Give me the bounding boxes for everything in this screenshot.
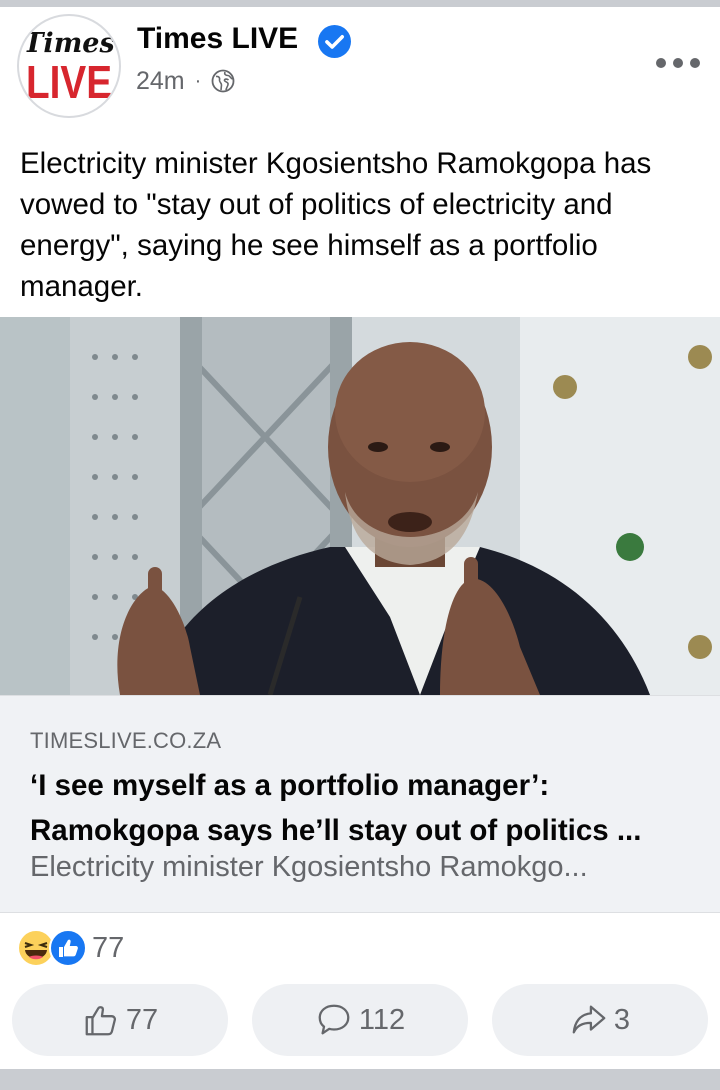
reaction-count: 77 [92, 931, 125, 964]
comment-count: 112 [358, 1003, 406, 1036]
page-name[interactable]: Times LIVE [137, 22, 298, 56]
link-description: Electricity minister Kgosientsho Ramokgo… [30, 851, 588, 883]
like-button[interactable]: 77 [12, 984, 228, 1056]
verified-badge-icon [318, 25, 351, 58]
feed-divider-top [0, 0, 720, 7]
more-options-icon[interactable] [656, 48, 700, 78]
share-button[interactable]: 3 [492, 984, 708, 1056]
logo-line1: Times [23, 28, 114, 59]
link-domain: TIMESLIVE.CO.ZA [30, 728, 222, 753]
more-dot [656, 58, 666, 68]
share-icon [572, 1005, 606, 1034]
minister-photo-illustration [0, 317, 720, 695]
more-dot [673, 58, 683, 68]
thumbs-up-icon [85, 1006, 116, 1036]
post-caption: Electricity minister Kgosientsho Ramokgo… [20, 147, 652, 303]
logo-line2: LIVE [26, 56, 112, 108]
feed-divider-bottom [0, 1069, 720, 1090]
post-photo[interactable] [0, 317, 720, 695]
comment-icon [318, 1004, 350, 1035]
comment-button[interactable]: 112 [252, 984, 468, 1056]
like-count: 77 [125, 1003, 159, 1036]
share-count: 3 [613, 1003, 631, 1036]
link-headline[interactable]: ‘I see myself as a portfolio manager’: R… [30, 763, 690, 853]
times-live-logo: Times LIVE [23, 28, 114, 108]
more-dot [690, 58, 700, 68]
page-avatar[interactable]: Times LIVE [17, 14, 121, 118]
post-actions: 77 112 3 [12, 984, 708, 1056]
post-timestamp[interactable]: 24m [136, 67, 185, 96]
like-icon [49, 929, 87, 967]
meta-separator: · [194, 69, 202, 92]
post-meta: 24m · [136, 63, 235, 99]
globe-icon [211, 69, 235, 93]
reactions-summary[interactable]: 77 [16, 926, 124, 970]
